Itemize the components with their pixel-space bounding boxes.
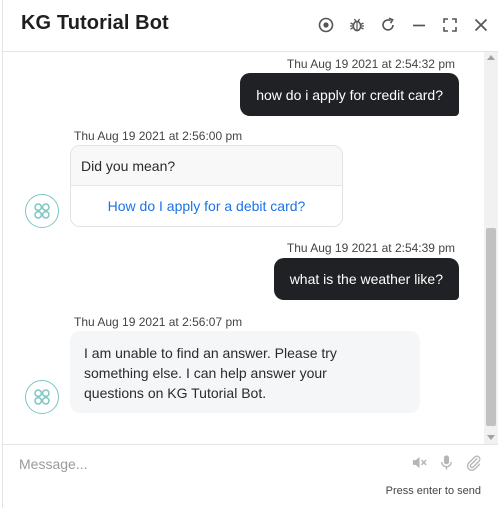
close-icon[interactable] xyxy=(470,14,492,36)
suggestion-prompt: Did you mean? xyxy=(71,146,342,186)
bot-avatar-icon xyxy=(34,203,50,219)
message-timestamp: Thu Aug 19 2021 at 2:54:39 pm xyxy=(286,241,455,255)
bot-message-bubble: I am unable to find an answer. Please tr… xyxy=(70,331,420,413)
bot-message-line: I am unable to find an answer. Please tr… xyxy=(84,345,337,361)
message-composer: Press enter to send xyxy=(3,444,498,508)
bot-message-line: questions on KG Tutorial Bot. xyxy=(84,385,267,401)
bot-suggestion-card: Did you mean? How do I apply for a debit… xyxy=(70,145,343,227)
record-icon[interactable] xyxy=(315,14,337,36)
suggestion-option-button[interactable]: How do I apply for a debit card? xyxy=(71,186,342,226)
message-timestamp: Thu Aug 19 2021 at 2:54:32 pm xyxy=(286,57,455,71)
user-message-text: what is the weather like? xyxy=(289,271,443,287)
message-timestamp: Thu Aug 19 2021 at 2:56:07 pm xyxy=(74,315,243,329)
minimize-icon[interactable] xyxy=(408,14,430,36)
microphone-icon[interactable] xyxy=(437,453,455,471)
user-message-bubble: what is the weather like? xyxy=(273,258,459,300)
bot-avatar xyxy=(25,380,59,414)
message-timestamp: Thu Aug 19 2021 at 2:56:00 pm xyxy=(74,129,243,143)
chat-header: KG Tutorial Bot xyxy=(3,0,498,52)
scrollbar-thumb[interactable] xyxy=(486,228,496,426)
bot-message-line: something else. I can help answer your xyxy=(84,365,327,381)
send-hint: Press enter to send xyxy=(385,485,481,497)
bot-title: KG Tutorial Bot xyxy=(21,12,169,34)
chat-scrollbar[interactable] xyxy=(484,52,498,444)
bug-icon[interactable] xyxy=(346,14,368,36)
refresh-icon[interactable] xyxy=(377,14,399,36)
scroll-down-arrow-icon[interactable] xyxy=(487,435,495,440)
expand-icon[interactable] xyxy=(439,14,461,36)
bot-avatar-icon xyxy=(34,389,50,405)
chat-transcript[interactable]: Thu Aug 19 2021 at 2:54:32 pm how do i a… xyxy=(3,52,484,444)
bot-avatar xyxy=(25,194,59,228)
composer-actions xyxy=(401,453,482,471)
user-message-bubble: how do i apply for credit card? xyxy=(240,73,459,116)
header-actions xyxy=(306,14,492,36)
speaker-mute-icon[interactable] xyxy=(410,453,428,471)
message-input[interactable] xyxy=(19,453,399,475)
scroll-up-arrow-icon[interactable] xyxy=(487,55,495,60)
user-message-text: how do i apply for credit card? xyxy=(256,86,443,103)
attachment-icon[interactable] xyxy=(464,453,482,471)
